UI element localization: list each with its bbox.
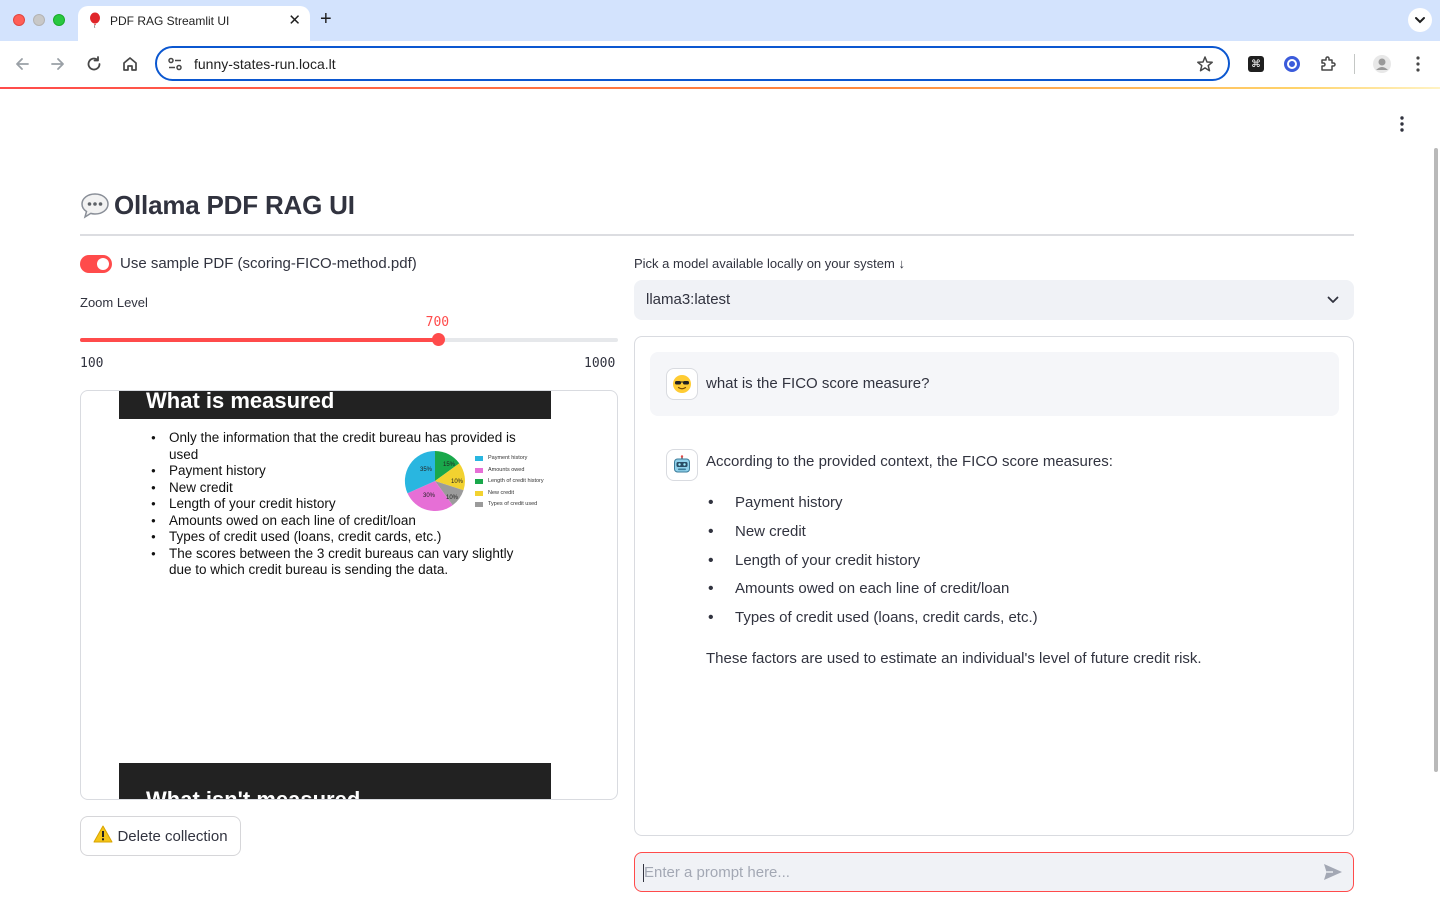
warning-icon — [93, 825, 113, 847]
sunglasses-face-icon — [666, 368, 698, 400]
page-title: Ollama PDF RAG UI — [80, 190, 355, 221]
prompt-placeholder: Enter a prompt here... — [644, 864, 790, 881]
pdf-viewer[interactable]: What is measured Only the information th… — [80, 390, 618, 800]
next-slide-title-bar: What isn't measured — [119, 763, 551, 800]
pie-label: 35% — [420, 467, 433, 473]
bookmark-star-icon[interactable] — [1196, 55, 1214, 78]
zoom-slider-track[interactable] — [80, 338, 618, 342]
zoom-slider-label: Zoom Level — [80, 295, 148, 310]
tab-search-button[interactable] — [1408, 8, 1432, 32]
user-message-text: what is the FICO score measure? — [706, 375, 930, 392]
model-select-value: llama3:latest — [646, 291, 731, 308]
assistant-bullet: Length of your credit history — [708, 551, 1038, 580]
zoom-slider-thumb[interactable] — [432, 333, 446, 346]
zoom-slider-fill — [80, 338, 439, 342]
page-loading-bar — [0, 87, 1440, 89]
home-icon[interactable] — [118, 52, 142, 76]
send-icon[interactable] — [1323, 863, 1343, 886]
extensions-puzzle-icon[interactable] — [1316, 52, 1340, 76]
assistant-bullet: New credit — [708, 522, 1038, 551]
speech-bubble-icon — [80, 191, 110, 221]
pie-label: 10% — [451, 479, 464, 485]
app-menu-icon[interactable] — [1392, 114, 1412, 134]
browser-menu-icon[interactable] — [1406, 52, 1430, 76]
zoom-slider-max: 1000 — [584, 356, 616, 371]
slide-title: What is measured — [146, 390, 335, 413]
assistant-outro-text: These factors are used to estimate an in… — [706, 650, 1202, 667]
toggle-knob — [97, 258, 109, 270]
delete-collection-label: Delete collection — [117, 827, 228, 845]
close-tab-icon[interactable]: ✕ — [288, 11, 301, 29]
assistant-bullet-list: Payment history New credit Length of you… — [708, 493, 1038, 637]
browser-toolbar: funny-states-run.loca.lt ⌘ — [0, 41, 1440, 87]
forward-icon[interactable] — [46, 52, 70, 76]
chevron-down-icon — [1326, 293, 1340, 312]
slide-title-bar: What is measured — [119, 391, 551, 419]
extension-circle-icon[interactable] — [1280, 52, 1304, 76]
browser-tab[interactable]: PDF RAG Streamlit UI ✕ — [78, 6, 310, 41]
title-divider — [80, 234, 1354, 236]
zoom-slider-value: 700 — [425, 315, 450, 330]
chat-prompt-input[interactable]: Enter a prompt here... — [634, 852, 1354, 892]
maximize-window-button[interactable] — [53, 14, 65, 26]
slide-bullet: Amounts owed on each line of credit/loan — [151, 513, 549, 530]
pie-label: 30% — [423, 493, 436, 499]
new-tab-icon[interactable]: + — [320, 8, 332, 30]
toolbar-divider — [1354, 54, 1355, 74]
assistant-bullet: Payment history — [708, 493, 1038, 522]
profile-avatar[interactable] — [1370, 52, 1394, 76]
legend-item: Payment history — [475, 453, 544, 465]
assistant-bullet: Amounts owed on each line of credit/loan — [708, 579, 1038, 608]
fico-pie-chart: 35% 15% 10% 30% 10% — [403, 449, 467, 513]
page-scrollbar[interactable] — [1434, 148, 1438, 772]
reload-icon[interactable] — [82, 52, 106, 76]
tab-title: PDF RAG Streamlit UI — [110, 14, 230, 28]
back-icon[interactable] — [10, 52, 34, 76]
site-info-icon[interactable] — [167, 56, 183, 77]
next-slide-title: What isn't measured — [146, 787, 361, 800]
chat-container[interactable]: what is the FICO score measure? Accordin… — [634, 336, 1354, 836]
chevron-down-icon — [1415, 17, 1425, 24]
address-bar[interactable]: funny-states-run.loca.lt — [155, 46, 1230, 81]
delete-collection-button[interactable]: Delete collection — [80, 816, 241, 856]
sample-pdf-toggle[interactable] — [80, 255, 112, 273]
browser-tab-bar: PDF RAG Streamlit UI ✕ + — [0, 0, 1440, 41]
user-message: what is the FICO score measure? — [650, 352, 1339, 416]
legend-item: Amounts owed — [475, 465, 544, 477]
pie-label: 10% — [446, 495, 459, 501]
zoom-slider-min: 100 — [80, 356, 104, 371]
app-title: Ollama PDF RAG UI — [114, 190, 355, 220]
command-extension-icon[interactable]: ⌘ — [1244, 52, 1268, 76]
legend-item: Types of credit used — [475, 499, 544, 511]
close-window-button[interactable] — [13, 14, 25, 26]
model-select[interactable]: llama3:latest — [634, 280, 1354, 320]
minimize-window-button[interactable] — [33, 14, 45, 26]
assistant-bullet: Types of credit used (loans, credit card… — [708, 608, 1038, 637]
balloon-icon — [89, 12, 101, 31]
legend-item: New credit — [475, 488, 544, 500]
pie-label: 15% — [443, 462, 456, 468]
legend-item: Length of credit history — [475, 476, 544, 488]
slide-bullet: The scores between the 3 credit bureaus … — [151, 546, 539, 579]
model-select-label: Pick a model available locally on your s… — [634, 256, 905, 271]
robot-face-icon — [666, 449, 698, 481]
slide-bullet: Types of credit used (loans, credit card… — [151, 529, 549, 546]
pie-legend: Payment history Amounts owed Length of c… — [475, 453, 544, 511]
url-text: funny-states-run.loca.lt — [194, 56, 336, 72]
sample-pdf-toggle-label: Use sample PDF (scoring-FICO-method.pdf) — [120, 255, 417, 272]
assistant-intro-text: According to the provided context, the F… — [706, 453, 1113, 470]
